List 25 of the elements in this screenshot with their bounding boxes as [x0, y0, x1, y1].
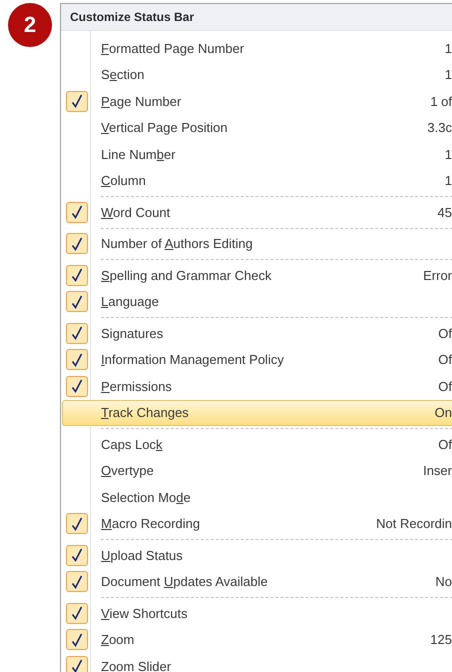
menu-item[interactable]: Number of Authors Editing	[62, 230, 452, 257]
menu-item[interactable]: Language	[62, 288, 452, 315]
menu-item[interactable]: Word Count 45	[62, 199, 452, 226]
menu-item[interactable]: View Shortcuts	[62, 600, 452, 626]
menu-item[interactable]: Upload Status	[62, 542, 452, 568]
menu-item[interactable]: Overtype Inser	[62, 458, 452, 484]
menu-item[interactable]: Spelling and Grammar Check Error	[62, 262, 452, 288]
menu-item[interactable]: Page Number 1 of	[62, 88, 452, 114]
menu-item[interactable]: Vertical Page Position 3.3c	[62, 114, 452, 141]
menu-item[interactable]: Section 1	[62, 62, 452, 88]
menu-item[interactable]: Macro Recording Not Recordin	[62, 510, 452, 537]
menu-item[interactable]: Caps Lock Of	[62, 431, 452, 458]
menu-item[interactable]: Zoom Slider	[62, 653, 452, 672]
menu-item[interactable]: Selection Mode	[62, 484, 452, 510]
step-number-badge: 2	[8, 3, 52, 47]
menu-item[interactable]: Information Management Policy Of	[62, 346, 452, 373]
menu-item[interactable]: Line Number 1	[62, 141, 452, 168]
menu-item[interactable]: Formatted Page Number 1	[62, 35, 452, 62]
menu-item[interactable]: Track Changes On	[62, 400, 452, 426]
menu-item[interactable]: Signatures Of	[62, 320, 452, 346]
menu-title: Customize Status Bar	[61, 4, 452, 31]
menu-item[interactable]: Permissions Of	[62, 373, 452, 400]
menu-item[interactable]: Document Updates Available No	[62, 568, 452, 595]
menu-item[interactable]: Zoom 125	[62, 626, 452, 653]
menu-item[interactable]: Column 1	[62, 168, 452, 194]
